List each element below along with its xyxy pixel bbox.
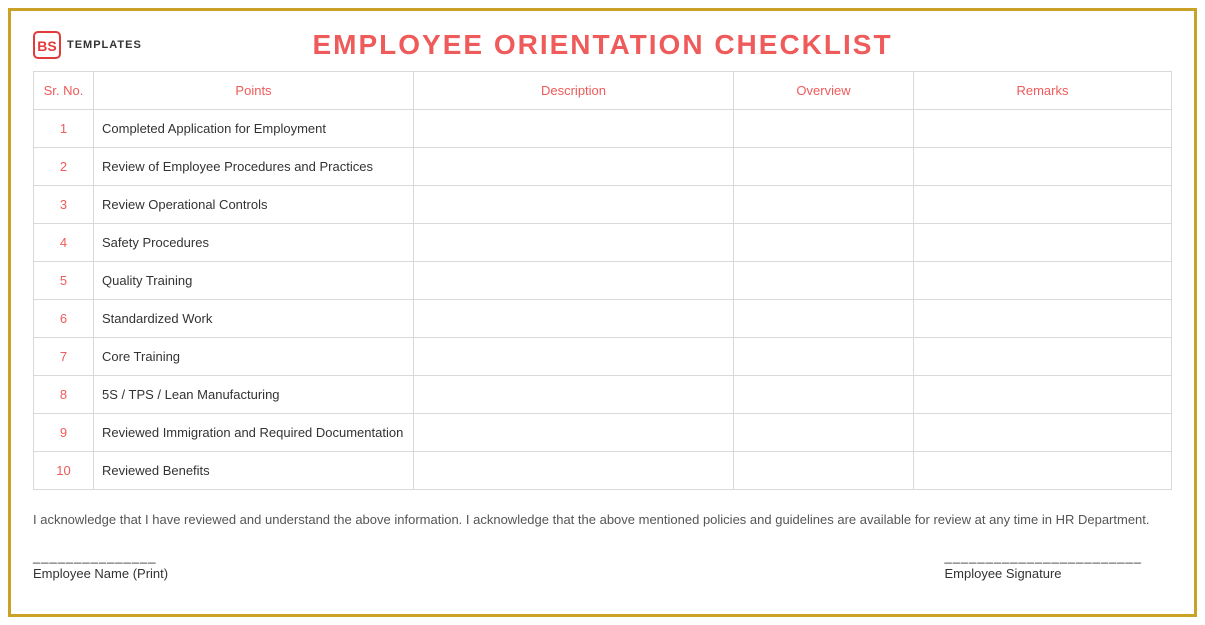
cell-overview	[734, 110, 914, 148]
cell-description	[414, 186, 734, 224]
cell-description	[414, 452, 734, 490]
employee-signature-block: ________________________ Employee Signat…	[944, 549, 1142, 581]
employee-name-label: Employee Name (Print)	[33, 566, 168, 581]
cell-sr: 3	[34, 186, 94, 224]
cell-remarks	[914, 376, 1172, 414]
table-row: 6 Standardized Work	[34, 300, 1172, 338]
cell-overview	[734, 414, 914, 452]
col-header-overview: Overview	[734, 72, 914, 110]
cell-overview	[734, 300, 914, 338]
employee-name-line: _______________	[33, 549, 168, 564]
col-header-points: Points	[94, 72, 414, 110]
cell-sr: 7	[34, 338, 94, 376]
table-row: 2 Review of Employee Procedures and Prac…	[34, 148, 1172, 186]
acknowledgement-text: I acknowledge that I have reviewed and u…	[33, 510, 1172, 531]
table-row: 3 Review Operational Controls	[34, 186, 1172, 224]
table-header-row: Sr. No. Points Description Overview Rema…	[34, 72, 1172, 110]
document-page: BS TEMPLATES EMPLOYEE ORIENTATION CHECKL…	[8, 8, 1197, 617]
table-row: 5 Quality Training	[34, 262, 1172, 300]
table-row: 1 Completed Application for Employment	[34, 110, 1172, 148]
table-row: 8 5S / TPS / Lean Manufacturing	[34, 376, 1172, 414]
cell-remarks	[914, 300, 1172, 338]
cell-points: 5S / TPS / Lean Manufacturing	[94, 376, 414, 414]
cell-description	[414, 376, 734, 414]
cell-overview	[734, 376, 914, 414]
cell-points: Review Operational Controls	[94, 186, 414, 224]
cell-sr: 6	[34, 300, 94, 338]
cell-sr: 9	[34, 414, 94, 452]
cell-description	[414, 224, 734, 262]
cell-overview	[734, 148, 914, 186]
table-row: 4 Safety Procedures	[34, 224, 1172, 262]
cell-points: Reviewed Immigration and Required Docume…	[94, 414, 414, 452]
cell-remarks	[914, 414, 1172, 452]
employee-signature-label: Employee Signature	[944, 566, 1142, 581]
cell-remarks	[914, 224, 1172, 262]
cell-description	[414, 414, 734, 452]
cell-remarks	[914, 148, 1172, 186]
logo-text: TEMPLATES	[67, 39, 142, 51]
page-title: EMPLOYEE ORIENTATION CHECKLIST	[312, 29, 892, 61]
cell-remarks	[914, 262, 1172, 300]
cell-sr: 5	[34, 262, 94, 300]
cell-points: Standardized Work	[94, 300, 414, 338]
cell-points: Quality Training	[94, 262, 414, 300]
cell-remarks	[914, 186, 1172, 224]
cell-points: Core Training	[94, 338, 414, 376]
col-header-remarks: Remarks	[914, 72, 1172, 110]
table-row: 7 Core Training	[34, 338, 1172, 376]
table-row: 9 Reviewed Immigration and Required Docu…	[34, 414, 1172, 452]
cell-description	[414, 300, 734, 338]
cell-points: Safety Procedures	[94, 224, 414, 262]
cell-points: Reviewed Benefits	[94, 452, 414, 490]
header: BS TEMPLATES EMPLOYEE ORIENTATION CHECKL…	[33, 29, 1172, 61]
cell-remarks	[914, 452, 1172, 490]
cell-overview	[734, 186, 914, 224]
cell-points: Review of Employee Procedures and Practi…	[94, 148, 414, 186]
cell-sr: 1	[34, 110, 94, 148]
cell-description	[414, 338, 734, 376]
table-row: 10 Reviewed Benefits	[34, 452, 1172, 490]
col-header-description: Description	[414, 72, 734, 110]
cell-overview	[734, 338, 914, 376]
checklist-table: Sr. No. Points Description Overview Rema…	[33, 71, 1172, 490]
cell-overview	[734, 452, 914, 490]
cell-sr: 8	[34, 376, 94, 414]
cell-description	[414, 110, 734, 148]
employee-signature-line: ________________________	[944, 549, 1142, 564]
cell-remarks	[914, 110, 1172, 148]
col-header-sr: Sr. No.	[34, 72, 94, 110]
cell-sr: 2	[34, 148, 94, 186]
cell-description	[414, 262, 734, 300]
cell-overview	[734, 262, 914, 300]
employee-name-block: _______________ Employee Name (Print)	[33, 549, 168, 581]
logo-mark-icon: BS	[33, 31, 61, 59]
logo: BS TEMPLATES	[33, 31, 142, 59]
cell-sr: 4	[34, 224, 94, 262]
cell-description	[414, 148, 734, 186]
cell-points: Completed Application for Employment	[94, 110, 414, 148]
cell-remarks	[914, 338, 1172, 376]
cell-sr: 10	[34, 452, 94, 490]
cell-overview	[734, 224, 914, 262]
svg-text:BS: BS	[37, 38, 56, 54]
signature-row: _______________ Employee Name (Print) __…	[33, 549, 1172, 581]
